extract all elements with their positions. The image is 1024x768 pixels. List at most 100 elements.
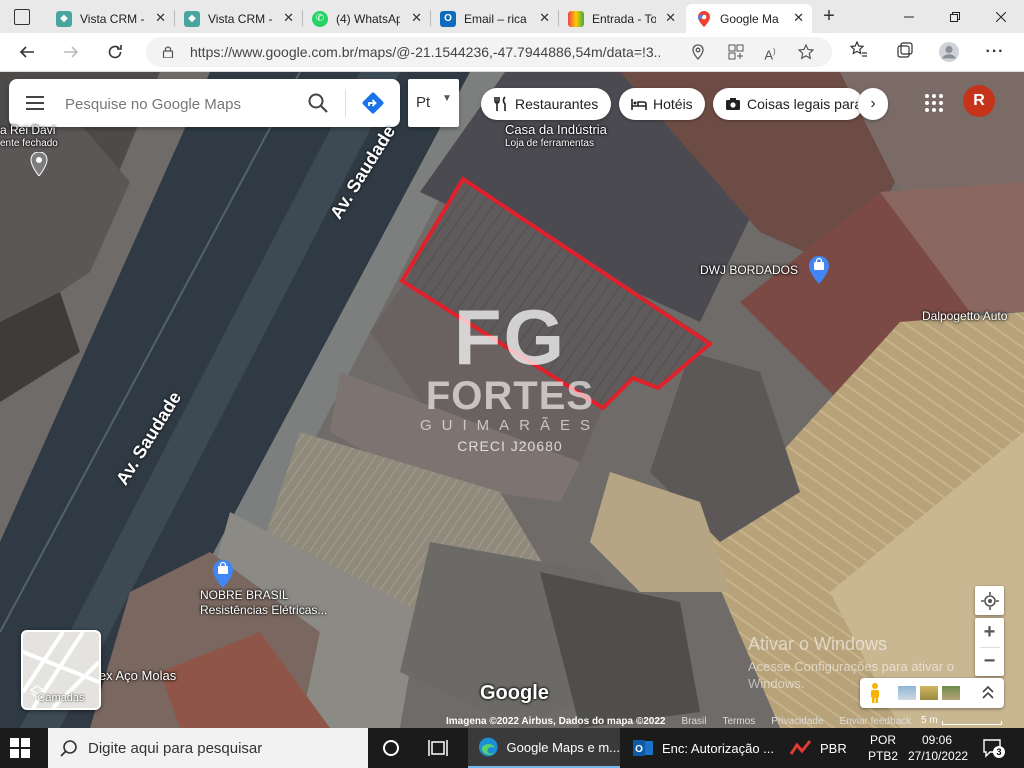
google-apps-icon[interactable]	[924, 93, 944, 113]
tab-close-icon[interactable]: ✕	[155, 10, 166, 26]
clock-date: 27/10/2022	[908, 749, 969, 763]
notification-icon[interactable]: 3	[982, 738, 1005, 758]
close-window-icon[interactable]	[978, 0, 1024, 33]
browser-tab-strip: ◆ Vista CRM - ✕ ◆ Vista CRM - ✕ ✆ (4) Wh…	[0, 0, 1024, 33]
tab-entrada[interactable]: Entrada - To ✕	[558, 4, 684, 33]
tab-title: Email – rica	[464, 11, 527, 26]
collections-icon[interactable]	[894, 41, 916, 63]
imagery-credit: Imagena ©2022 Airbus, Dados do mapa ©202…	[446, 715, 666, 727]
refresh-icon[interactable]	[102, 39, 128, 65]
imagery-thumbnail[interactable]	[898, 686, 916, 700]
imagery-thumbnail[interactable]	[942, 686, 960, 700]
taskbar-search-placeholder: Digite aqui para pesquisar	[88, 739, 263, 757]
directions-icon[interactable]	[361, 91, 385, 115]
zoom-in-button[interactable]: +	[975, 619, 1004, 647]
watermark-name: FORTES	[425, 374, 595, 418]
taskbar-app-edge[interactable]: Google Maps e m...	[468, 728, 620, 768]
place-label-dwj-bordados[interactable]: DWJ BORDADOS	[700, 263, 798, 277]
scale-label: 5 m	[921, 715, 938, 726]
windows-taskbar: Digite aqui para pesquisar Google Maps e…	[0, 728, 1024, 768]
vista-crm-icon: ◆	[184, 10, 200, 27]
map-canvas[interactable]: Pt ▼ Restaurantes Hotéis Coisas legais p…	[0, 72, 1024, 728]
search-icon[interactable]	[307, 92, 329, 114]
task-view-icon[interactable]	[428, 739, 448, 757]
place-label-rei-davi[interactable]: a Rei Davi	[0, 123, 55, 137]
chip-restaurants[interactable]: Restaurantes	[481, 88, 611, 120]
clock-time: 09:06	[921, 733, 953, 747]
tab-close-icon[interactable]: ✕	[665, 10, 676, 26]
link-terms[interactable]: Termos	[722, 716, 755, 727]
taskbar-search-box[interactable]: Digite aqui para pesquisar	[48, 728, 368, 768]
shopping-pin-icon[interactable]	[212, 560, 234, 588]
chip-hotels[interactable]: Hotéis	[619, 88, 705, 120]
taskbar-app-stock[interactable]: PBR	[782, 728, 852, 768]
chip-things-to-do[interactable]: Coisas legais para	[713, 88, 863, 120]
google-maps-icon	[696, 10, 712, 27]
more-options-icon[interactable]: ···	[984, 41, 1006, 63]
maps-search-input[interactable]	[63, 89, 297, 119]
tab-google-maps[interactable]: Google Ma ✕	[686, 4, 812, 33]
link-feedback[interactable]: Enviar feedback	[840, 716, 912, 727]
url-text: https://www.google.com.br/maps/@-21.1544…	[190, 44, 660, 60]
forward-arrow-icon[interactable]	[58, 39, 84, 65]
cortana-icon[interactable]	[382, 739, 400, 757]
my-location-icon[interactable]	[975, 586, 1004, 615]
chip-label: Restaurantes	[515, 96, 599, 112]
minimize-icon[interactable]	[886, 0, 932, 33]
vista-crm-icon: ◆	[56, 10, 72, 27]
tab-close-icon[interactable]: ✕	[539, 10, 550, 26]
svg-text:O: O	[635, 744, 643, 755]
windows-start-icon[interactable]	[10, 738, 30, 758]
place-label-casa-industria[interactable]: Casa da Indústria	[505, 122, 607, 137]
chevron-down-icon: ▼	[442, 93, 452, 104]
location-icon[interactable]	[690, 44, 706, 60]
input-language-indicator[interactable]: POR PTB2	[866, 732, 900, 764]
menu-icon[interactable]	[25, 93, 45, 113]
tab-whatsapp[interactable]: ✆ (4) WhatsAp ✕	[302, 4, 430, 33]
lock-icon[interactable]	[162, 46, 174, 58]
read-aloud-icon[interactable]: A)	[762, 44, 778, 62]
place-sublabel-rei-davi: ente fechado	[0, 138, 58, 149]
tab-actions-icon[interactable]	[14, 9, 30, 25]
tab-title: Entrada - To	[592, 11, 656, 26]
tab-email[interactable]: O Email – rica ✕	[430, 4, 558, 33]
profile-avatar[interactable]	[938, 41, 960, 63]
input-language: POR	[869, 733, 896, 747]
place-sublabel-nobre-brasil: Resistências Elétricas...	[200, 603, 328, 617]
clock[interactable]: 09:06 27/10/2022	[908, 732, 969, 764]
url-field[interactable]: https://www.google.com.br/maps/@-21.1544…	[146, 37, 832, 67]
app-available-icon[interactable]	[728, 44, 744, 60]
place-label-aco-molas[interactable]: lex Aço Molas	[96, 668, 176, 683]
chevron-right-icon[interactable]: ›	[858, 88, 888, 120]
back-arrow-icon[interactable]	[14, 39, 40, 65]
link-privacy[interactable]: Privacidade	[771, 716, 823, 727]
place-label-dalpogetto[interactable]: Dalpogetto Auto	[922, 309, 1007, 323]
tab-close-icon[interactable]: ✕	[411, 10, 422, 26]
expand-up-icon[interactable]	[982, 686, 994, 700]
layers-button[interactable]: Camadas	[21, 630, 101, 710]
maps-search-box	[9, 79, 400, 127]
taskbar-app-label: Google Maps e m...	[506, 739, 620, 755]
pegman-icon[interactable]	[868, 682, 882, 704]
tab-close-icon[interactable]: ✕	[793, 10, 804, 26]
tab-vista-crm-2[interactable]: ◆ Vista CRM - ✕	[174, 4, 302, 33]
taskbar-app-outlook[interactable]: O Enc: Autorização ...	[624, 728, 776, 768]
favorites-icon[interactable]	[848, 40, 870, 63]
camera-icon	[725, 96, 741, 112]
add-favorite-icon[interactable]	[797, 43, 815, 60]
whatsapp-icon: ✆	[312, 10, 328, 27]
tab-close-icon[interactable]: ✕	[283, 10, 294, 26]
place-pin-icon[interactable]	[30, 152, 48, 176]
restore-icon[interactable]	[932, 0, 978, 33]
zoom-out-button[interactable]: −	[975, 648, 1004, 676]
taskbar-app-label: PBR	[820, 740, 847, 756]
shopping-pin-icon[interactable]	[808, 256, 830, 284]
imagery-thumbnail[interactable]	[920, 686, 938, 700]
tab-vista-crm-1[interactable]: ◆ Vista CRM - ✕	[46, 4, 174, 33]
new-tab-button[interactable]: +	[818, 5, 840, 27]
link-brasil[interactable]: Brasil	[681, 716, 706, 727]
account-avatar[interactable]: R	[963, 85, 995, 117]
language-selector[interactable]: Pt ▼	[408, 79, 459, 127]
place-label-nobre-brasil[interactable]: NOBRE BRASIL	[200, 588, 289, 602]
scale-bar[interactable]: 5 m	[918, 714, 1004, 728]
